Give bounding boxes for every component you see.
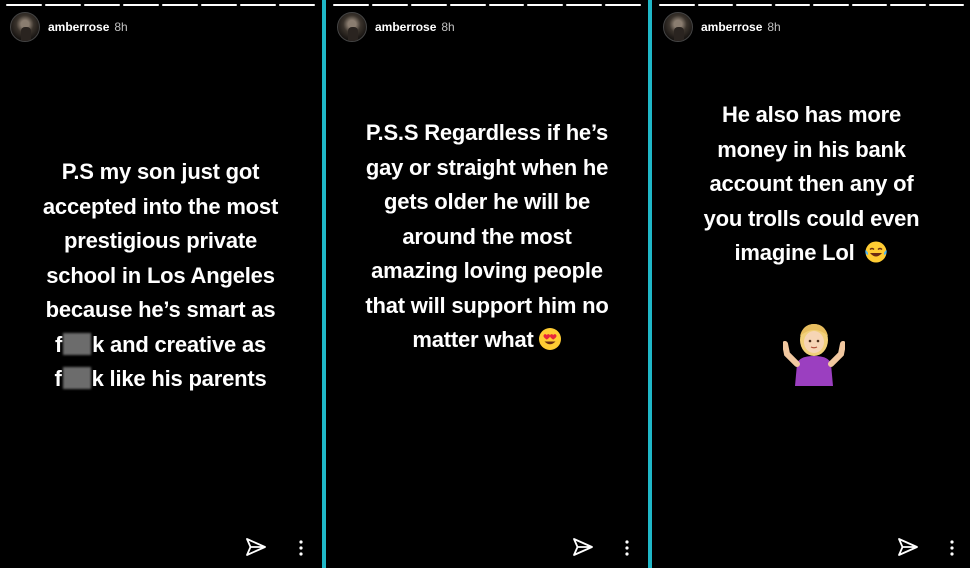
progress-segment [566, 4, 603, 6]
caption-line: because he’s smart as [45, 297, 276, 322]
progress-segment [659, 4, 695, 6]
progress-segment [527, 4, 564, 6]
progress-segment [488, 4, 525, 6]
caption-line-with-emoji: imagine Lol [663, 236, 960, 271]
caption-line: prestigious private [63, 228, 258, 253]
progress-segment [123, 4, 159, 6]
caption-line: gay or straight when he [365, 154, 609, 180]
progress-segment [333, 4, 369, 6]
caption-line: accepted into the most [42, 193, 279, 219]
caption-line: gets older he will be [383, 189, 591, 214]
caption-line-rest: k like his parents [91, 366, 267, 391]
caption-line-censored: f k and creative as [10, 328, 311, 363]
progress-segment [410, 4, 447, 6]
censor-blur [62, 367, 91, 389]
progress-segment [813, 4, 849, 6]
censor-prefix: f [54, 331, 63, 357]
heart-eyes-emoji [538, 328, 561, 350]
progress-segment [890, 4, 926, 6]
progress-segment [605, 4, 641, 6]
vertical-ellipsis-icon[interactable] [296, 538, 306, 558]
caption-line: account then any of [709, 171, 914, 196]
caption-line-with-emoji: matter what [337, 323, 637, 358]
shrugging-woman-emoji [783, 324, 845, 386]
story-header: amberrose 8h [663, 12, 781, 42]
story-caption: He also has more money in his bank accou… [663, 98, 960, 271]
vertical-ellipsis-icon[interactable] [947, 538, 957, 558]
username[interactable]: amberrose [48, 20, 109, 34]
caption-line: school in Los Angeles [46, 262, 275, 288]
story-header: amberrose 8h [337, 12, 455, 42]
censor-prefix: f [54, 366, 62, 391]
progress-segment [84, 4, 120, 6]
caption-line: around the most [402, 223, 572, 249]
story-progress-bar [6, 4, 315, 6]
progress-segment [240, 4, 276, 6]
caption-line-text: imagine Lol [734, 240, 855, 265]
paper-plane-icon[interactable] [244, 536, 268, 560]
progress-segment [851, 4, 887, 6]
progress-segment [449, 4, 486, 6]
story-progress-bar [333, 4, 641, 6]
story-caption: P.S.S Regardless if he’s gay or straight… [337, 116, 637, 358]
caption-line: that will support him no [365, 292, 609, 318]
avatar[interactable] [663, 12, 693, 42]
story-panel-1[interactable]: amberrose 8h P.S my son just got accepte… [0, 0, 321, 568]
story-panel-2[interactable]: amberrose 8h P.S.S Regardless if he’s ga… [327, 0, 647, 568]
caption-line-text: matter what [412, 327, 534, 352]
caption-line: you trolls could even [703, 205, 920, 231]
progress-segment [371, 4, 408, 6]
avatar[interactable] [337, 12, 367, 42]
panel-divider [322, 0, 326, 568]
caption-line: amazing loving people [371, 258, 603, 283]
post-time: 8h [767, 20, 781, 34]
caption-line: P.S my son just got [61, 159, 260, 184]
caption-line-rest: k and creative as [92, 331, 267, 357]
progress-segment [162, 4, 198, 6]
caption-line-censored: f k like his parents [10, 362, 311, 397]
story-progress-bar [659, 4, 964, 6]
story-header: amberrose 8h [10, 12, 128, 42]
progress-segment [6, 4, 42, 6]
progress-segment [736, 4, 772, 6]
post-time: 8h [114, 20, 128, 34]
username[interactable]: amberrose [701, 20, 762, 34]
progress-segment [201, 4, 237, 6]
progress-segment [697, 4, 733, 6]
avatar[interactable] [10, 12, 40, 42]
progress-segment [928, 4, 964, 6]
censor-blur [63, 332, 92, 355]
panel-divider [648, 0, 652, 568]
post-time: 8h [441, 20, 455, 34]
caption-line: money in his bank [717, 136, 906, 162]
story-caption: P.S my son just got accepted into the mo… [10, 155, 311, 397]
caption-line: He also has more [722, 102, 901, 127]
progress-segment [774, 4, 810, 6]
progress-segment [279, 4, 315, 6]
username[interactable]: amberrose [375, 20, 436, 34]
tears-of-joy-emoji [865, 241, 888, 263]
caption-line: P.S.S Regardless if he’s [365, 120, 609, 145]
progress-segment [45, 4, 81, 6]
paper-plane-icon[interactable] [571, 536, 595, 560]
vertical-ellipsis-icon[interactable] [622, 538, 632, 558]
paper-plane-icon[interactable] [896, 536, 920, 560]
story-panel-3[interactable]: amberrose 8h He also has more money in h… [653, 0, 970, 568]
